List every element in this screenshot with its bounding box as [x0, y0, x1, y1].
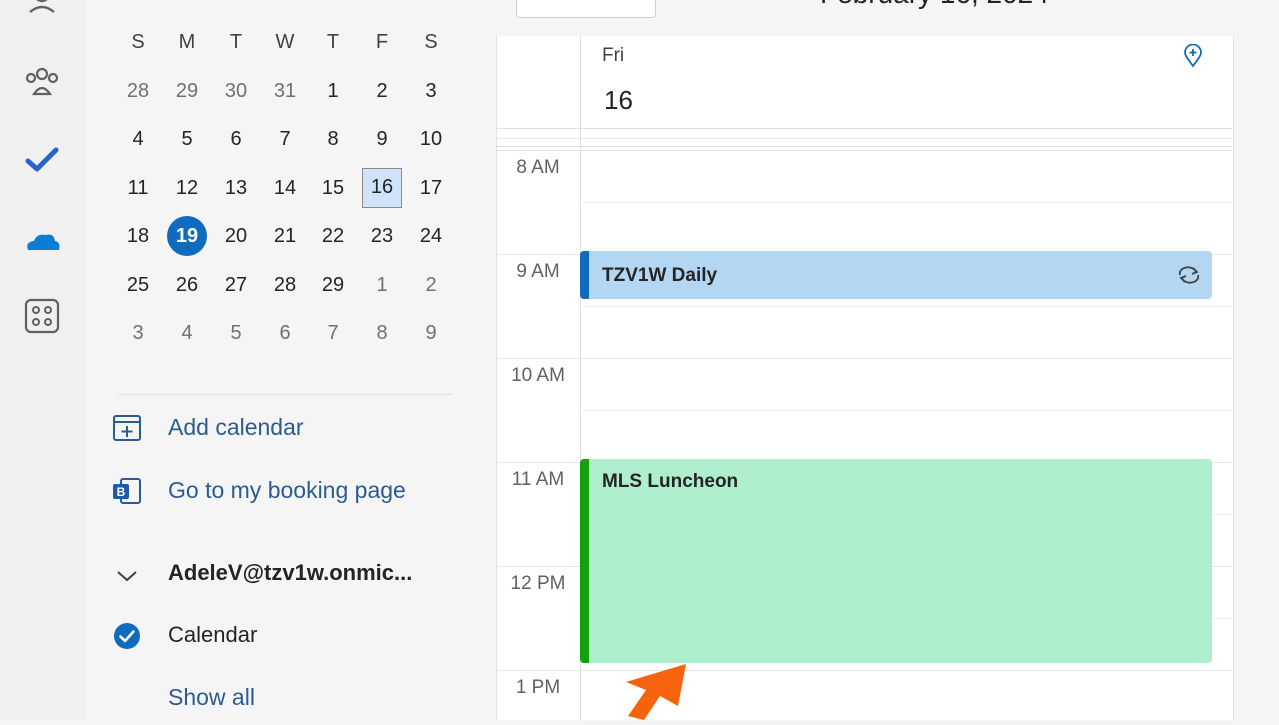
- mini-calendar-day[interactable]: 9: [411, 313, 451, 353]
- mini-calendar-day[interactable]: 15: [313, 168, 353, 208]
- event-title: MLS Luncheon: [602, 471, 739, 492]
- calendar-item-label[interactable]: Calendar: [168, 622, 257, 648]
- mini-calendar-day[interactable]: 19: [167, 216, 207, 256]
- mini-calendar-day[interactable]: 21: [265, 216, 305, 256]
- mini-calendar-day[interactable]: 8: [313, 119, 353, 159]
- mini-calendar-day[interactable]: 4: [118, 119, 158, 159]
- mini-calendar-day[interactable]: 30: [216, 71, 256, 111]
- mini-calendar-day[interactable]: 5: [216, 313, 256, 353]
- hour-label: 10 AM: [511, 365, 565, 386]
- booking-page-link[interactable]: Go to my booking page: [168, 477, 406, 504]
- mini-calendar-day[interactable]: 8: [362, 313, 402, 353]
- bookings-icon: B: [111, 475, 143, 507]
- svg-text:B: B: [117, 485, 126, 499]
- mini-calendar-day[interactable]: 14: [265, 168, 305, 208]
- mini-calendar-day[interactable]: 17: [411, 168, 451, 208]
- mini-calendar-day[interactable]: 24: [411, 216, 451, 256]
- groups-icon[interactable]: [22, 62, 62, 102]
- mini-calendar-day[interactable]: 12: [167, 168, 207, 208]
- chevron-down-icon[interactable]: [115, 566, 139, 586]
- recurring-icon: [1176, 263, 1202, 287]
- onedrive-icon[interactable]: [22, 222, 62, 262]
- mini-calendar-day[interactable]: 10: [411, 119, 451, 159]
- mini-calendar-day[interactable]: 29: [313, 265, 353, 305]
- allday-divider: [496, 146, 1232, 147]
- hour-label: 9 AM: [516, 261, 560, 282]
- mini-calendar-day[interactable]: 6: [216, 119, 256, 159]
- hour-gridline: [496, 670, 1232, 671]
- allday-divider: [496, 128, 1232, 129]
- hour-label: 8 AM: [516, 157, 560, 178]
- app-rail: [0, 0, 86, 720]
- event-title: TZV1W Daily: [602, 265, 718, 286]
- mini-calendar-day[interactable]: 6: [265, 313, 305, 353]
- mini-calendar-day[interactable]: 5: [167, 119, 207, 159]
- event-mls-luncheon[interactable]: MLS Luncheon: [580, 459, 1212, 663]
- weekday-label: M: [178, 31, 196, 53]
- mini-calendar-day[interactable]: 18: [118, 216, 158, 256]
- mini-calendar-day[interactable]: 3: [411, 71, 451, 111]
- weekday-label: S: [131, 31, 145, 53]
- pointer-arrow: [620, 660, 690, 720]
- weekday-label: F: [375, 31, 389, 53]
- mini-calendar-day[interactable]: 2: [362, 71, 402, 111]
- apps-icon[interactable]: [22, 296, 62, 336]
- mini-calendar-day[interactable]: 25: [118, 265, 158, 305]
- allday-divider: [496, 138, 1232, 139]
- mini-calendar-day[interactable]: 27: [216, 265, 256, 305]
- mini-calendar-day[interactable]: 28: [118, 71, 158, 111]
- half-hour-gridline: [580, 202, 1232, 203]
- event-color-bar: [580, 251, 589, 299]
- mini-calendar-day[interactable]: 7: [313, 313, 353, 353]
- today-button[interactable]: [516, 0, 656, 18]
- weekday-label: T: [326, 31, 340, 53]
- mini-calendar-day[interactable]: 16: [362, 168, 402, 208]
- half-hour-gridline: [580, 306, 1232, 307]
- mini-calendar-day[interactable]: 23: [362, 216, 402, 256]
- mini-calendar-day[interactable]: 29: [167, 71, 207, 111]
- location-pin-icon[interactable]: [1182, 43, 1204, 68]
- add-calendar-link[interactable]: Add calendar: [168, 414, 304, 441]
- mini-calendar-day[interactable]: 1: [362, 265, 402, 305]
- mini-calendar-day[interactable]: 11: [118, 168, 158, 208]
- weekday-label: S: [424, 31, 438, 53]
- todo-icon[interactable]: [22, 140, 62, 180]
- weekday-label: T: [229, 31, 243, 53]
- add-calendar-icon: [111, 412, 143, 444]
- hour-label: 1 PM: [515, 677, 561, 698]
- mini-calendar-day[interactable]: 1: [313, 71, 353, 111]
- hour-gridline: [496, 150, 1232, 151]
- mini-calendar-day[interactable]: 3: [118, 313, 158, 353]
- half-hour-gridline: [580, 722, 1232, 723]
- half-hour-gridline: [580, 410, 1232, 411]
- mini-calendar-day[interactable]: 31: [265, 71, 305, 111]
- mini-calendar-day[interactable]: 7: [265, 119, 305, 159]
- mini-calendar-day[interactable]: 28: [265, 265, 305, 305]
- date-title: February 16, 2024: [820, 0, 1049, 10]
- mini-calendar-day[interactable]: 4: [167, 313, 207, 353]
- weekday-label: W: [275, 31, 295, 53]
- event-color-bar: [580, 459, 589, 663]
- people-icon[interactable]: [22, 0, 62, 22]
- account-group-header[interactable]: AdeleV@tzv1w.onmic...: [168, 560, 412, 586]
- mini-calendar-day[interactable]: 9: [362, 119, 402, 159]
- show-all-link[interactable]: Show all: [168, 684, 255, 711]
- nav-divider: [118, 394, 452, 395]
- day-header-number: 16: [604, 85, 633, 115]
- mini-calendar-day[interactable]: 13: [216, 168, 256, 208]
- mini-calendar-day[interactable]: 22: [313, 216, 353, 256]
- hour-label: 11 AM: [511, 469, 565, 490]
- mini-calendar-day[interactable]: 2: [411, 265, 451, 305]
- day-header-name: Fri: [602, 45, 625, 66]
- hour-gridline: [496, 358, 1232, 359]
- hour-label: 12 PM: [510, 573, 566, 594]
- mini-calendar-day[interactable]: 20: [216, 216, 256, 256]
- checkmark-circle-icon[interactable]: [112, 621, 142, 651]
- event-tzv1w-daily[interactable]: TZV1W Daily: [580, 251, 1212, 299]
- mini-calendar-day[interactable]: 26: [167, 265, 207, 305]
